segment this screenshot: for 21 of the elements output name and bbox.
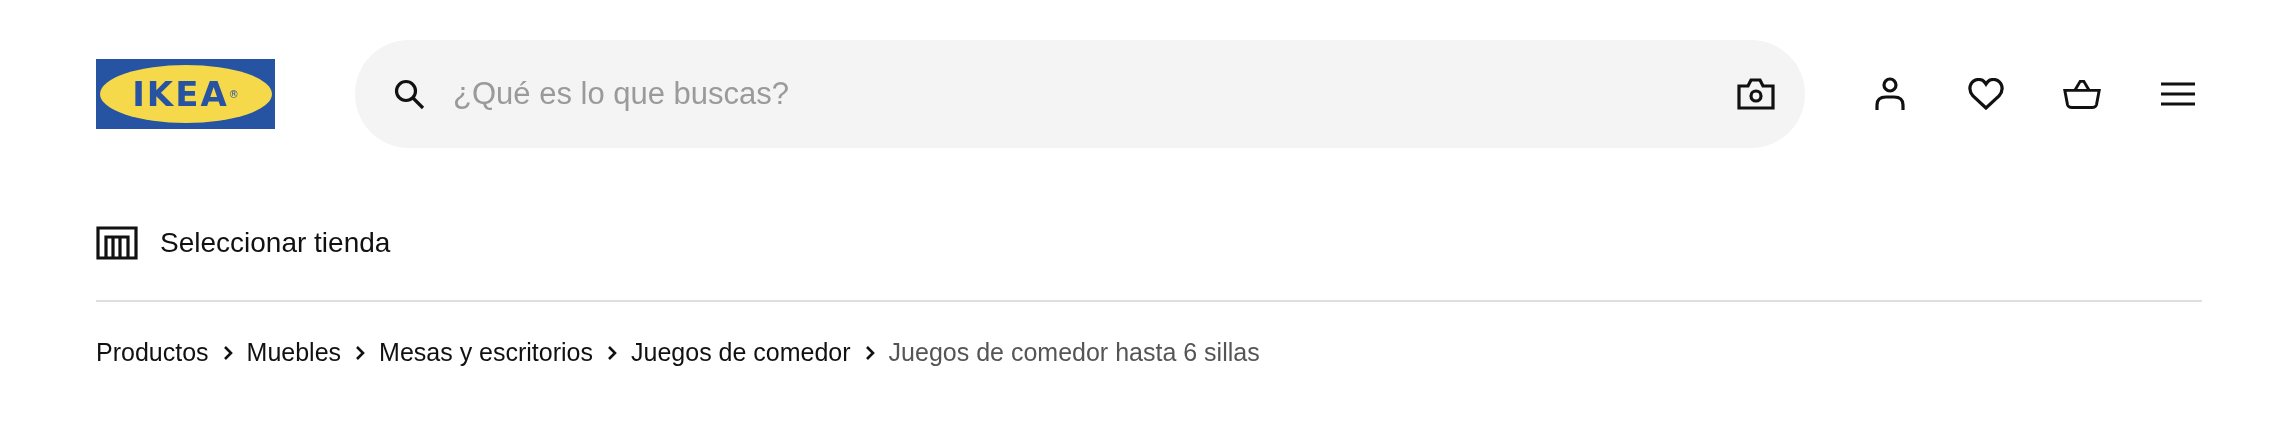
breadcrumb-link[interactable]: Muebles bbox=[246, 338, 342, 367]
store-icon bbox=[96, 226, 138, 260]
chevron-right-icon bbox=[864, 344, 875, 361]
basket-icon bbox=[2063, 77, 2101, 111]
logo[interactable]: IKEA$^{®}$ bbox=[96, 59, 275, 129]
profile-icon bbox=[1874, 77, 1906, 111]
breadcrumb-link[interactable]: Mesas y escritorios bbox=[379, 338, 593, 367]
select-store-link[interactable]: Seleccionar tienda bbox=[160, 227, 391, 259]
favorites-button[interactable] bbox=[1967, 75, 2005, 113]
heart-icon bbox=[1968, 78, 2004, 110]
search-bar[interactable]: ¿Qué es lo que buscas? bbox=[355, 40, 1805, 148]
breadcrumb-current: Juegos de comedor hasta 6 sillas bbox=[888, 338, 1260, 367]
breadcrumb-link[interactable]: Juegos de comedor bbox=[631, 338, 851, 367]
camera-icon[interactable] bbox=[1737, 78, 1775, 110]
search-field[interactable]: ¿Qué es lo que buscas? bbox=[451, 75, 1737, 113]
breadcrumb-link[interactable]: Productos bbox=[96, 338, 209, 367]
search-icon bbox=[393, 78, 425, 110]
chevron-right-icon bbox=[355, 344, 366, 361]
chevron-right-icon bbox=[222, 344, 233, 361]
menu-icon bbox=[2161, 82, 2195, 106]
chevron-right-icon bbox=[607, 344, 617, 361]
